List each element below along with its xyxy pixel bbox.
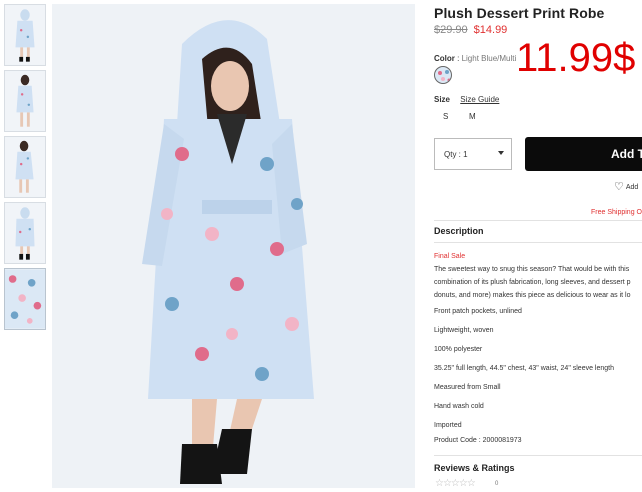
- color-swatch[interactable]: [434, 66, 452, 84]
- thumbnail-strip: [4, 4, 46, 334]
- description-line: donuts, and more) makes this piece as de…: [434, 292, 631, 299]
- color-heading: Color: [434, 54, 455, 63]
- description-line: 35.25" full length, 44.5" chest, 43" wai…: [434, 365, 614, 372]
- star-rating-icon[interactable]: ☆☆☆☆☆: [435, 478, 476, 489]
- thumbnail-4[interactable]: [4, 202, 46, 264]
- chevron-down-icon: [498, 151, 504, 155]
- size-header: Size Size Guide: [434, 95, 499, 104]
- quantity-select[interactable]: Qty : 1: [434, 138, 512, 170]
- overlay-price-annotation: 11.99$: [516, 36, 636, 80]
- reviews-heading: Reviews & Ratings: [434, 463, 515, 473]
- thumbnail-2[interactable]: [4, 70, 46, 132]
- price-row: $29.90 $14.99: [434, 24, 507, 36]
- size-heading: Size: [434, 95, 451, 104]
- original-price: $29.90: [434, 24, 468, 36]
- description-line: Front patch pockets, unlined: [434, 308, 522, 315]
- sale-price: $14.99: [473, 24, 508, 36]
- thumbnail-3[interactable]: [4, 136, 46, 198]
- heart-icon: ♡: [614, 181, 624, 193]
- quantity-label: Qty : 1: [444, 149, 468, 159]
- description-line: Hand wash cold: [434, 403, 484, 410]
- color-label: Color : Light Blue/Multi: [434, 54, 517, 63]
- thumbnail-5[interactable]: [4, 268, 46, 330]
- size-guide-link[interactable]: Size Guide: [460, 95, 499, 104]
- thumbnail-1[interactable]: [4, 4, 46, 66]
- product-code: Product Code : 2000081973: [434, 437, 522, 444]
- description-line: The sweetest way to snug this season? Th…: [434, 266, 630, 273]
- description-line: 100% polyester: [434, 346, 483, 353]
- description-line: Measured from Small: [434, 384, 501, 391]
- final-sale-label: Final Sale: [434, 253, 466, 260]
- size-option-s[interactable]: S: [443, 112, 448, 121]
- product-title: Plush Dessert Print Robe: [434, 5, 605, 21]
- divider: [434, 242, 642, 243]
- product-main-image[interactable]: [52, 4, 415, 488]
- divider: [434, 220, 642, 221]
- description-heading: Description: [434, 226, 484, 236]
- wishlist-label: Add: [625, 184, 639, 191]
- description-line: Lightweight, woven: [434, 327, 494, 334]
- add-to-bag-button[interactable]: Add T: [525, 137, 642, 171]
- review-count: 0: [495, 481, 499, 487]
- wishlist-button[interactable]: ♡ Add: [614, 180, 638, 193]
- divider: [434, 455, 642, 456]
- free-shipping-note: Free Shipping O: [591, 209, 642, 216]
- color-value: Light Blue/Multi: [461, 54, 517, 63]
- size-option-m[interactable]: M: [469, 112, 476, 121]
- description-line: Imported: [434, 422, 462, 429]
- description-line: combination of its plush fabrication, lo…: [434, 279, 631, 286]
